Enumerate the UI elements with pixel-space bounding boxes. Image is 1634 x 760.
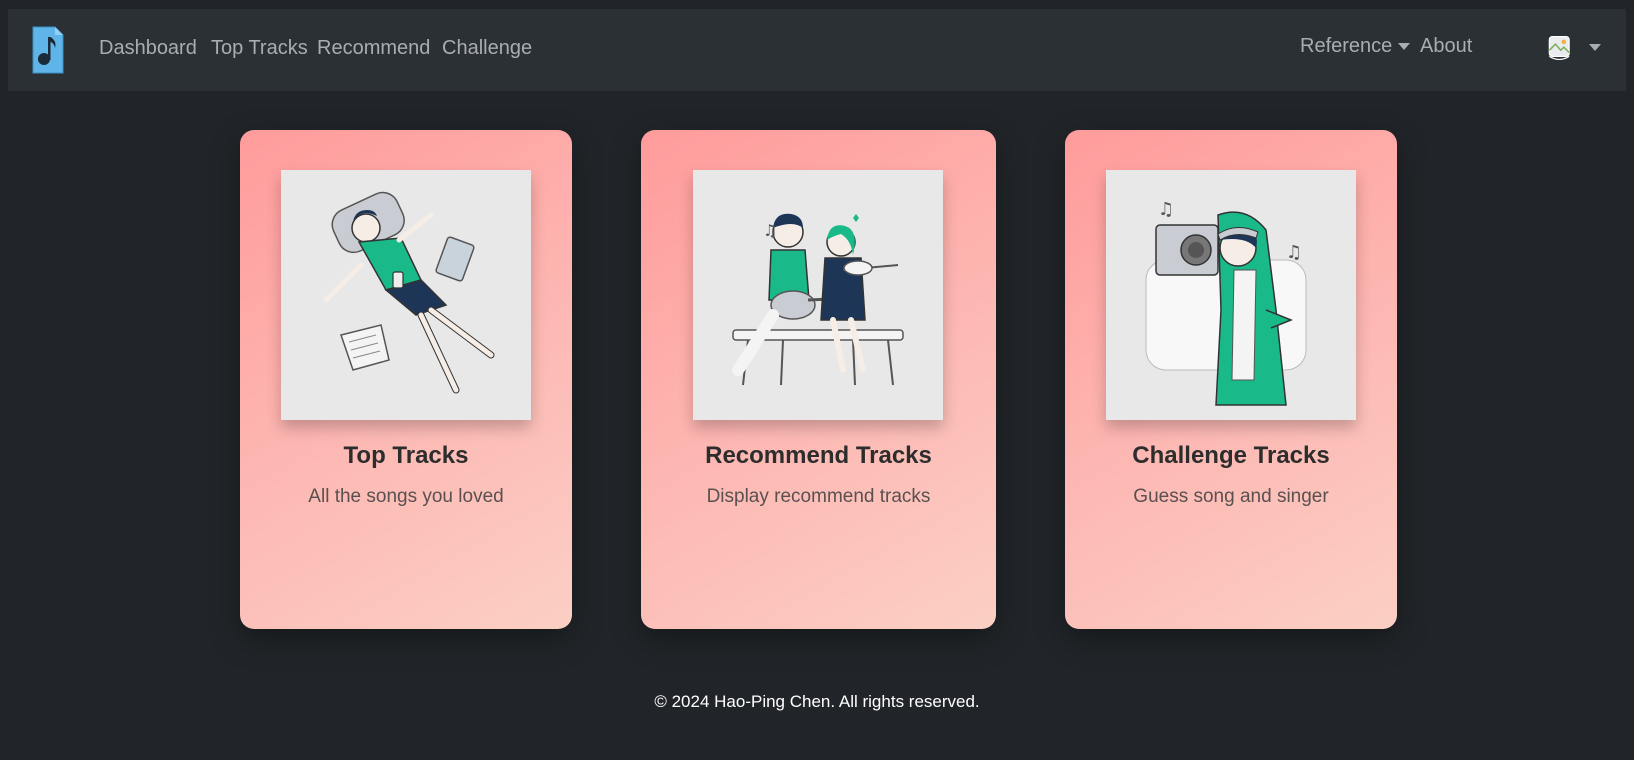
challenge-tracks-illustration: ♫ ♫ — [1106, 170, 1356, 420]
recommend-tracks-illustration: ♫ — [693, 170, 943, 420]
card-description: Guess song and singer — [1133, 486, 1329, 507]
card-title: Recommend Tracks — [705, 442, 932, 469]
nav-link-recommend[interactable]: Recommend — [317, 37, 430, 60]
footer-copyright: © 2024 Hao-Ping Chen. All rights reserve… — [654, 692, 980, 711]
card-title: Challenge Tracks — [1132, 442, 1330, 469]
svg-text:♫: ♫ — [1286, 242, 1302, 263]
avatar-icon — [1548, 35, 1570, 61]
card-challenge-tracks[interactable]: ♫ ♫ Challenge Tracks Guess song and sing… — [1065, 130, 1397, 629]
card-description: Display recommend tracks — [706, 486, 931, 507]
reference-label: Reference — [1300, 35, 1393, 57]
card-title: Top Tracks — [343, 442, 469, 469]
chevron-down-icon — [1398, 43, 1411, 51]
chevron-down-icon — [1589, 44, 1601, 51]
top-tracks-illustration — [281, 170, 531, 420]
reference-dropdown[interactable]: Reference — [1300, 35, 1411, 58]
svg-text:♫: ♫ — [763, 221, 777, 240]
card-recommend-tracks[interactable]: ♫ Recommend Tracks Display recommend tra… — [641, 130, 996, 629]
nav-link-about[interactable]: About — [1420, 35, 1472, 58]
card-description: All the songs you loved — [308, 486, 504, 507]
nav-link-challenge[interactable]: Challenge — [442, 37, 532, 60]
nav-link-dashboard[interactable]: Dashboard — [99, 37, 197, 60]
top-navbar: Dashboard Top Tracks Recommend Challenge… — [8, 9, 1626, 91]
svg-text:♫: ♫ — [1158, 199, 1174, 220]
nav-link-top-tracks[interactable]: Top Tracks — [211, 37, 308, 60]
user-menu-dropdown[interactable] — [1547, 31, 1607, 67]
card-top-tracks[interactable]: Top Tracks All the songs you loved — [240, 130, 572, 629]
brand-logo-icon[interactable] — [31, 25, 65, 75]
